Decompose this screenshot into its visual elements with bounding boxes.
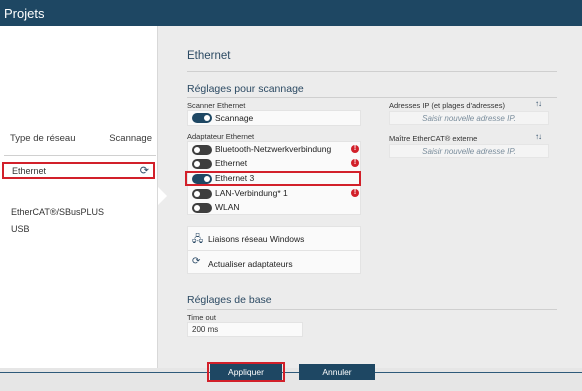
scan-column-label: Scannage	[109, 133, 152, 144]
refresh-icon: ⟳	[192, 256, 201, 267]
footer-line	[0, 372, 582, 373]
page-title: Ethernet	[187, 50, 231, 62]
sidebar-item-usb[interactable]: USB	[11, 224, 30, 234]
sync-icon[interactable]: ⟳	[140, 164, 149, 177]
sidebar-divider	[4, 155, 156, 156]
base-section-title: Réglages de base	[187, 294, 272, 306]
warning-icon: !	[351, 145, 359, 153]
adapter-label: LAN-Verbindung* 1	[215, 188, 288, 198]
adapter-toggle[interactable]	[192, 203, 212, 213]
network-type-sidebar	[0, 26, 158, 368]
master-ip-input[interactable]: Saisir nouvelle adresse IP.	[389, 144, 549, 158]
sidebar-item-ethernet[interactable]: Ethernet ⟳	[2, 162, 155, 179]
ip-address-input[interactable]: Saisir nouvelle adresse IP.	[389, 111, 549, 125]
timeout-input[interactable]: 200 ms	[187, 322, 303, 337]
title-bar: Projets	[0, 0, 582, 26]
scanner-label: Scanner Ethernet	[187, 101, 246, 110]
adapter-label: WLAN	[215, 202, 240, 212]
action-divider	[188, 250, 360, 251]
adapter-toggle[interactable]	[192, 145, 212, 155]
ip-addresses-label: Adresses IP (et plages d'adresses)	[389, 101, 505, 110]
adapter-label: Adaptateur Ethernet	[187, 132, 255, 141]
network-type-label: Type de réseau	[10, 133, 76, 144]
sidebar-item-label: Ethernet	[12, 166, 47, 176]
adapter-label: Ethernet	[215, 158, 248, 168]
sort-icon[interactable]: ↑↓	[535, 132, 542, 141]
apply-button[interactable]: Appliquer	[210, 364, 282, 380]
network-icon: 🖧	[192, 234, 204, 245]
action-box: 🖧 Liaisons réseau Windows ⟳ Actualiser a…	[187, 226, 361, 274]
window-title: Projets	[4, 6, 45, 21]
main-panel: Ethernet Réglages pour scannage Scanner …	[159, 26, 582, 368]
scan-section-title: Réglages pour scannage	[187, 83, 304, 95]
windows-connections-label: Liaisons réseau Windows	[208, 234, 305, 244]
scan-toggle-label: Scannage	[215, 113, 254, 123]
adapter-toggle[interactable]	[192, 189, 212, 199]
base-section-divider	[187, 309, 557, 310]
selected-adapter-highlight	[185, 171, 361, 186]
cancel-button[interactable]: Annuler	[299, 364, 375, 380]
scanner-box: Scannage	[187, 110, 361, 126]
refresh-adapters-label: Actualiser adaptateurs	[208, 259, 293, 269]
timeout-label: Time out	[187, 313, 216, 322]
adapter-toggle[interactable]	[192, 159, 212, 169]
title-divider	[187, 71, 557, 72]
adapter-label: Bluetooth-Netzwerkverbindung	[215, 144, 332, 154]
scan-toggle[interactable]	[192, 113, 212, 123]
warning-icon: !	[351, 189, 359, 197]
scan-section-divider	[187, 97, 557, 98]
sidebar-header: Type de réseau Scannage	[10, 133, 152, 147]
external-master-label: Maître EtherCAT® externe	[389, 134, 478, 143]
sidebar-item-ethercat[interactable]: EtherCAT®/SBusPLUS	[11, 207, 104, 217]
sort-icon[interactable]: ↑↓	[535, 99, 542, 108]
warning-icon: !	[351, 159, 359, 167]
